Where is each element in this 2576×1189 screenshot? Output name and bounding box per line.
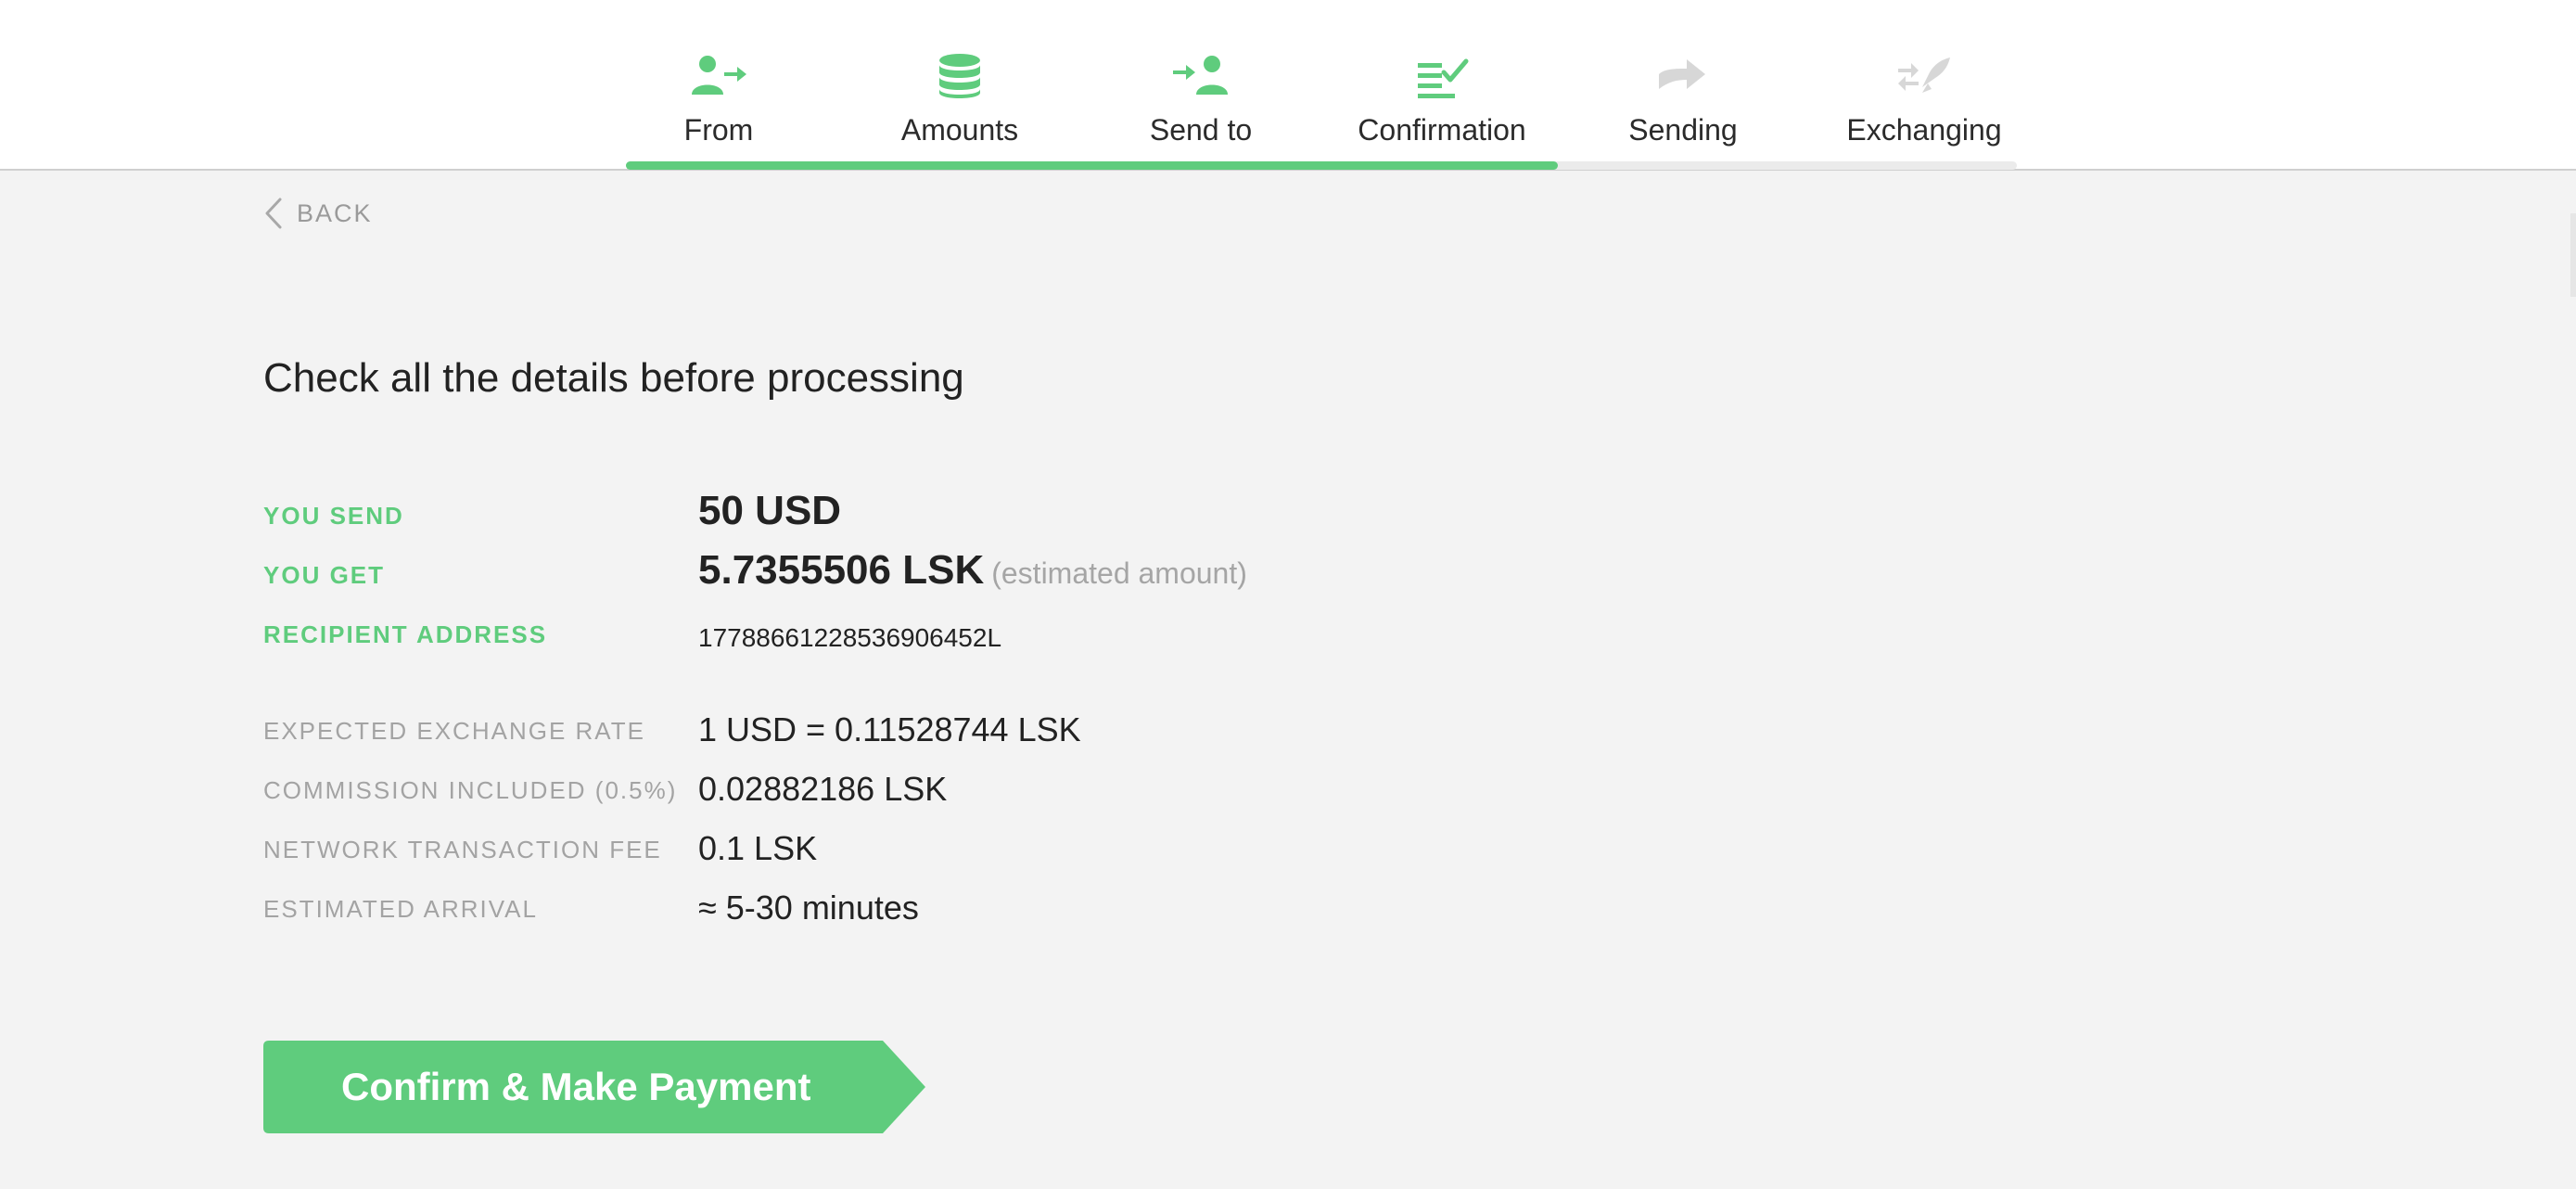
- progress-track: [626, 161, 2017, 170]
- step-send-to[interactable]: Send to: [1080, 0, 1321, 171]
- step-from[interactable]: From: [598, 0, 839, 171]
- detail-row-network-fee: NETWORK TRANSACTION FEE 0.1 LSK: [263, 816, 1747, 872]
- step-amounts[interactable]: Amounts: [839, 0, 1080, 171]
- step-sending[interactable]: Sending: [1562, 0, 1804, 171]
- receive-amount-wrap: 5.7355506 LSK (estimated amount): [698, 547, 1247, 594]
- send-amount: 50 USD: [698, 488, 842, 533]
- exchange-rate: 1 USD = 0.11528744 LSK: [698, 710, 1081, 748]
- step-label: Send to: [1149, 113, 1253, 147]
- header: From Amounts Send to Confirmation Sendin…: [0, 0, 2576, 171]
- network-fee-value: 0.1 LSK: [698, 829, 818, 867]
- detail-row-you-get: YOU GET 5.7355506 LSK (estimated amount): [263, 542, 1747, 597]
- arrow-right-icon: [1653, 52, 1713, 100]
- detail-row-commission: COMMISSION INCLUDED (0.5%) 0.02882186 LS…: [263, 757, 1747, 812]
- step-label: Confirmation: [1358, 113, 1526, 147]
- scrollbar[interactable]: [2570, 213, 2576, 297]
- step-label: From: [683, 113, 754, 147]
- confirm-payment-button[interactable]: Confirm & Make Payment: [263, 1041, 927, 1133]
- confirm-button-label: Confirm & Make Payment: [341, 1065, 811, 1108]
- arrival-value: ≈ 5-30 minutes: [698, 889, 919, 927]
- detail-label: NETWORK TRANSACTION FEE: [263, 836, 662, 863]
- user-receive-icon: [1171, 52, 1231, 100]
- detail-label: COMMISSION INCLUDED (0.5%): [263, 776, 678, 804]
- detail-row-recipient: RECIPIENT ADDRESS 17788661228536906452L: [263, 601, 1747, 657]
- back-button[interactable]: BACK: [263, 195, 373, 232]
- progress-fill: [626, 161, 1558, 170]
- user-send-icon: [689, 52, 748, 100]
- step-exchanging[interactable]: Exchanging: [1804, 0, 2045, 171]
- progress-stepper: From Amounts Send to Confirmation Sendin…: [626, 0, 2017, 171]
- detail-label: YOU GET: [263, 561, 386, 589]
- receive-amount: 5.7355506 LSK: [698, 547, 985, 593]
- step-label: Sending: [1628, 113, 1738, 147]
- detail-label: YOU SEND: [263, 502, 404, 530]
- commission-value: 0.02882186 LSK: [698, 770, 948, 808]
- chevron-left-icon: [265, 198, 282, 229]
- page-title: Check all the details before processing: [263, 355, 964, 401]
- detail-row-you-send: YOU SEND 50 USD: [263, 482, 1747, 538]
- estimated-note: (estimated amount): [991, 556, 1247, 590]
- detail-label: EXPECTED EXCHANGE RATE: [263, 717, 645, 745]
- detail-label: RECIPIENT ADDRESS: [263, 620, 548, 648]
- checklist-icon: [1412, 52, 1472, 100]
- step-label: Exchanging: [1846, 113, 2002, 147]
- back-label: BACK: [297, 198, 373, 227]
- step-confirmation[interactable]: Confirmation: [1321, 0, 1562, 171]
- detail-label: ESTIMATED ARRIVAL: [263, 895, 538, 923]
- coin-stack-icon: [930, 52, 989, 100]
- detail-row-rate: EXPECTED EXCHANGE RATE 1 USD = 0.1152874…: [263, 697, 1747, 753]
- detail-row-arrival: ESTIMATED ARRIVAL ≈ 5-30 minutes: [263, 876, 1747, 931]
- recipient-address: 17788661228536906452L: [698, 623, 1002, 652]
- step-label: Amounts: [900, 113, 1019, 147]
- exchange-rocket-icon: [1894, 52, 1954, 100]
